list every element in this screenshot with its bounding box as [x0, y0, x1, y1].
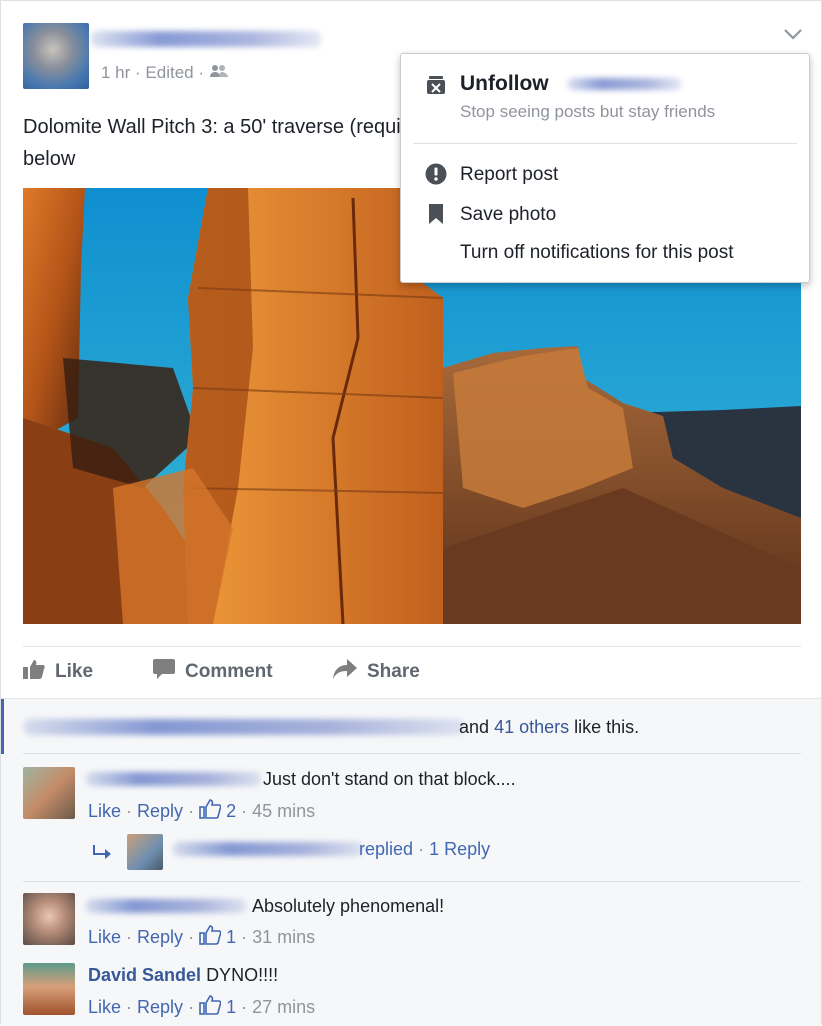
comment-label: Comment	[185, 661, 273, 682]
comment-time[interactable]: 45 mins	[252, 801, 315, 822]
commenter-avatar[interactable]	[23, 767, 75, 819]
comments-section: and 41 others like this. Just don't stan…	[1, 698, 821, 1026]
likes-and: and	[459, 717, 490, 737]
like-button[interactable]: Like	[23, 659, 93, 685]
share-arrow-icon	[333, 659, 357, 685]
comment-bubble-icon	[153, 659, 175, 685]
thumbs-up-icon	[23, 659, 45, 685]
post-card: 1 hr · Edited · Dolomite Wall Pitch 3: a…	[0, 0, 822, 1026]
comment-like-count[interactable]: 1	[226, 927, 236, 948]
comment-like-count[interactable]: 1	[226, 997, 236, 1018]
likes-suffix: like this.	[574, 717, 640, 737]
thumbs-up-outline-icon[interactable]	[199, 925, 222, 950]
comments-divider	[23, 881, 801, 882]
author-avatar[interactable]	[23, 23, 89, 89]
comment-button[interactable]: Comment	[153, 659, 273, 685]
menu-divider	[413, 143, 797, 144]
menu-item-save[interactable]: Save photo	[401, 202, 809, 228]
bookmark-icon	[425, 203, 447, 225]
post-options-chevron-icon[interactable]	[783, 27, 803, 46]
comment-like-link[interactable]: Like	[88, 801, 121, 822]
likes-others-link[interactable]: 41 others	[494, 717, 569, 737]
post-timestamp[interactable]: 1 hr	[101, 63, 130, 82]
share-button[interactable]: Share	[333, 659, 420, 685]
comment-text: Absolutely phenomenal!	[252, 896, 445, 916]
reply-count-link[interactable]: 1 Reply	[429, 839, 490, 859]
report-exclamation-icon	[425, 163, 447, 185]
reply-arrow-icon	[93, 845, 111, 864]
commenter-avatar[interactable]	[23, 893, 75, 945]
comment-time[interactable]: 27 mins	[252, 997, 315, 1018]
post-edited[interactable]: Edited	[145, 63, 193, 82]
likers-names-redacted[interactable]	[24, 719, 464, 735]
comment-text: David Sandel DYNO!!!!	[88, 965, 278, 986]
comment-meta: Like · Reply · 1 · 27 mins	[88, 995, 315, 1020]
post-options-menu: Unfollow Stop seeing posts but stay frie…	[400, 53, 810, 283]
reply-summary: replied · 1 Reply	[359, 839, 491, 859]
post-action-bar: Like Comment Share	[23, 646, 801, 699]
share-label: Share	[367, 661, 420, 682]
comment-like-link[interactable]: Like	[88, 997, 121, 1018]
report-label: Report post	[460, 164, 559, 185]
menu-item-report[interactable]: Report post	[401, 162, 809, 188]
commenter-avatar[interactable]	[23, 963, 75, 1015]
comment-reply-link[interactable]: Reply	[137, 801, 183, 822]
comment-meta: Like · Reply · 2 · 45 mins	[88, 799, 315, 824]
comments-divider	[23, 753, 801, 754]
comment-like-link[interactable]: Like	[88, 927, 121, 948]
save-label: Save photo	[460, 204, 557, 225]
commenter-name[interactable]: David Sandel	[88, 965, 201, 985]
replier-avatar[interactable]	[127, 834, 163, 870]
likes-summary: and 41 others like this.	[1, 699, 821, 754]
comment-meta: Like · Reply · 1 · 31 mins	[88, 925, 315, 950]
comment-text: Just don't stand on that block....	[263, 769, 516, 789]
reply-replied-link[interactable]: replied	[359, 839, 413, 859]
likes-text: and 41 others like this.	[459, 717, 639, 738]
commenter-name-redacted[interactable]	[86, 899, 246, 913]
comment-body: DYNO!!!!	[206, 965, 279, 985]
replier-name-redacted[interactable]	[173, 842, 363, 856]
unfollow-name-redacted	[567, 78, 682, 90]
notifications-label: Turn off notifications for this post	[460, 242, 734, 263]
comment-reply-link[interactable]: Reply	[137, 927, 183, 948]
author-name-redacted[interactable]	[91, 31, 321, 47]
comment-like-count[interactable]: 2	[226, 801, 236, 822]
comment-reply-link[interactable]: Reply	[137, 997, 183, 1018]
unfollow-subtext: Stop seeing posts but stay friends	[460, 102, 716, 121]
menu-item-notifications[interactable]: Turn off notifications for this post	[401, 242, 809, 268]
commenter-name-redacted[interactable]	[86, 772, 261, 786]
comment-time[interactable]: 31 mins	[252, 927, 315, 948]
unfollow-label: Unfollow	[460, 72, 549, 95]
unfollow-icon	[425, 74, 447, 96]
menu-item-unfollow[interactable]: Unfollow Stop seeing posts but stay frie…	[401, 72, 809, 132]
friends-icon	[209, 63, 229, 82]
thumbs-up-outline-icon[interactable]	[199, 995, 222, 1020]
post-meta: 1 hr · Edited ·	[101, 63, 229, 83]
thumbs-up-outline-icon[interactable]	[199, 799, 222, 824]
like-label: Like	[55, 661, 94, 682]
